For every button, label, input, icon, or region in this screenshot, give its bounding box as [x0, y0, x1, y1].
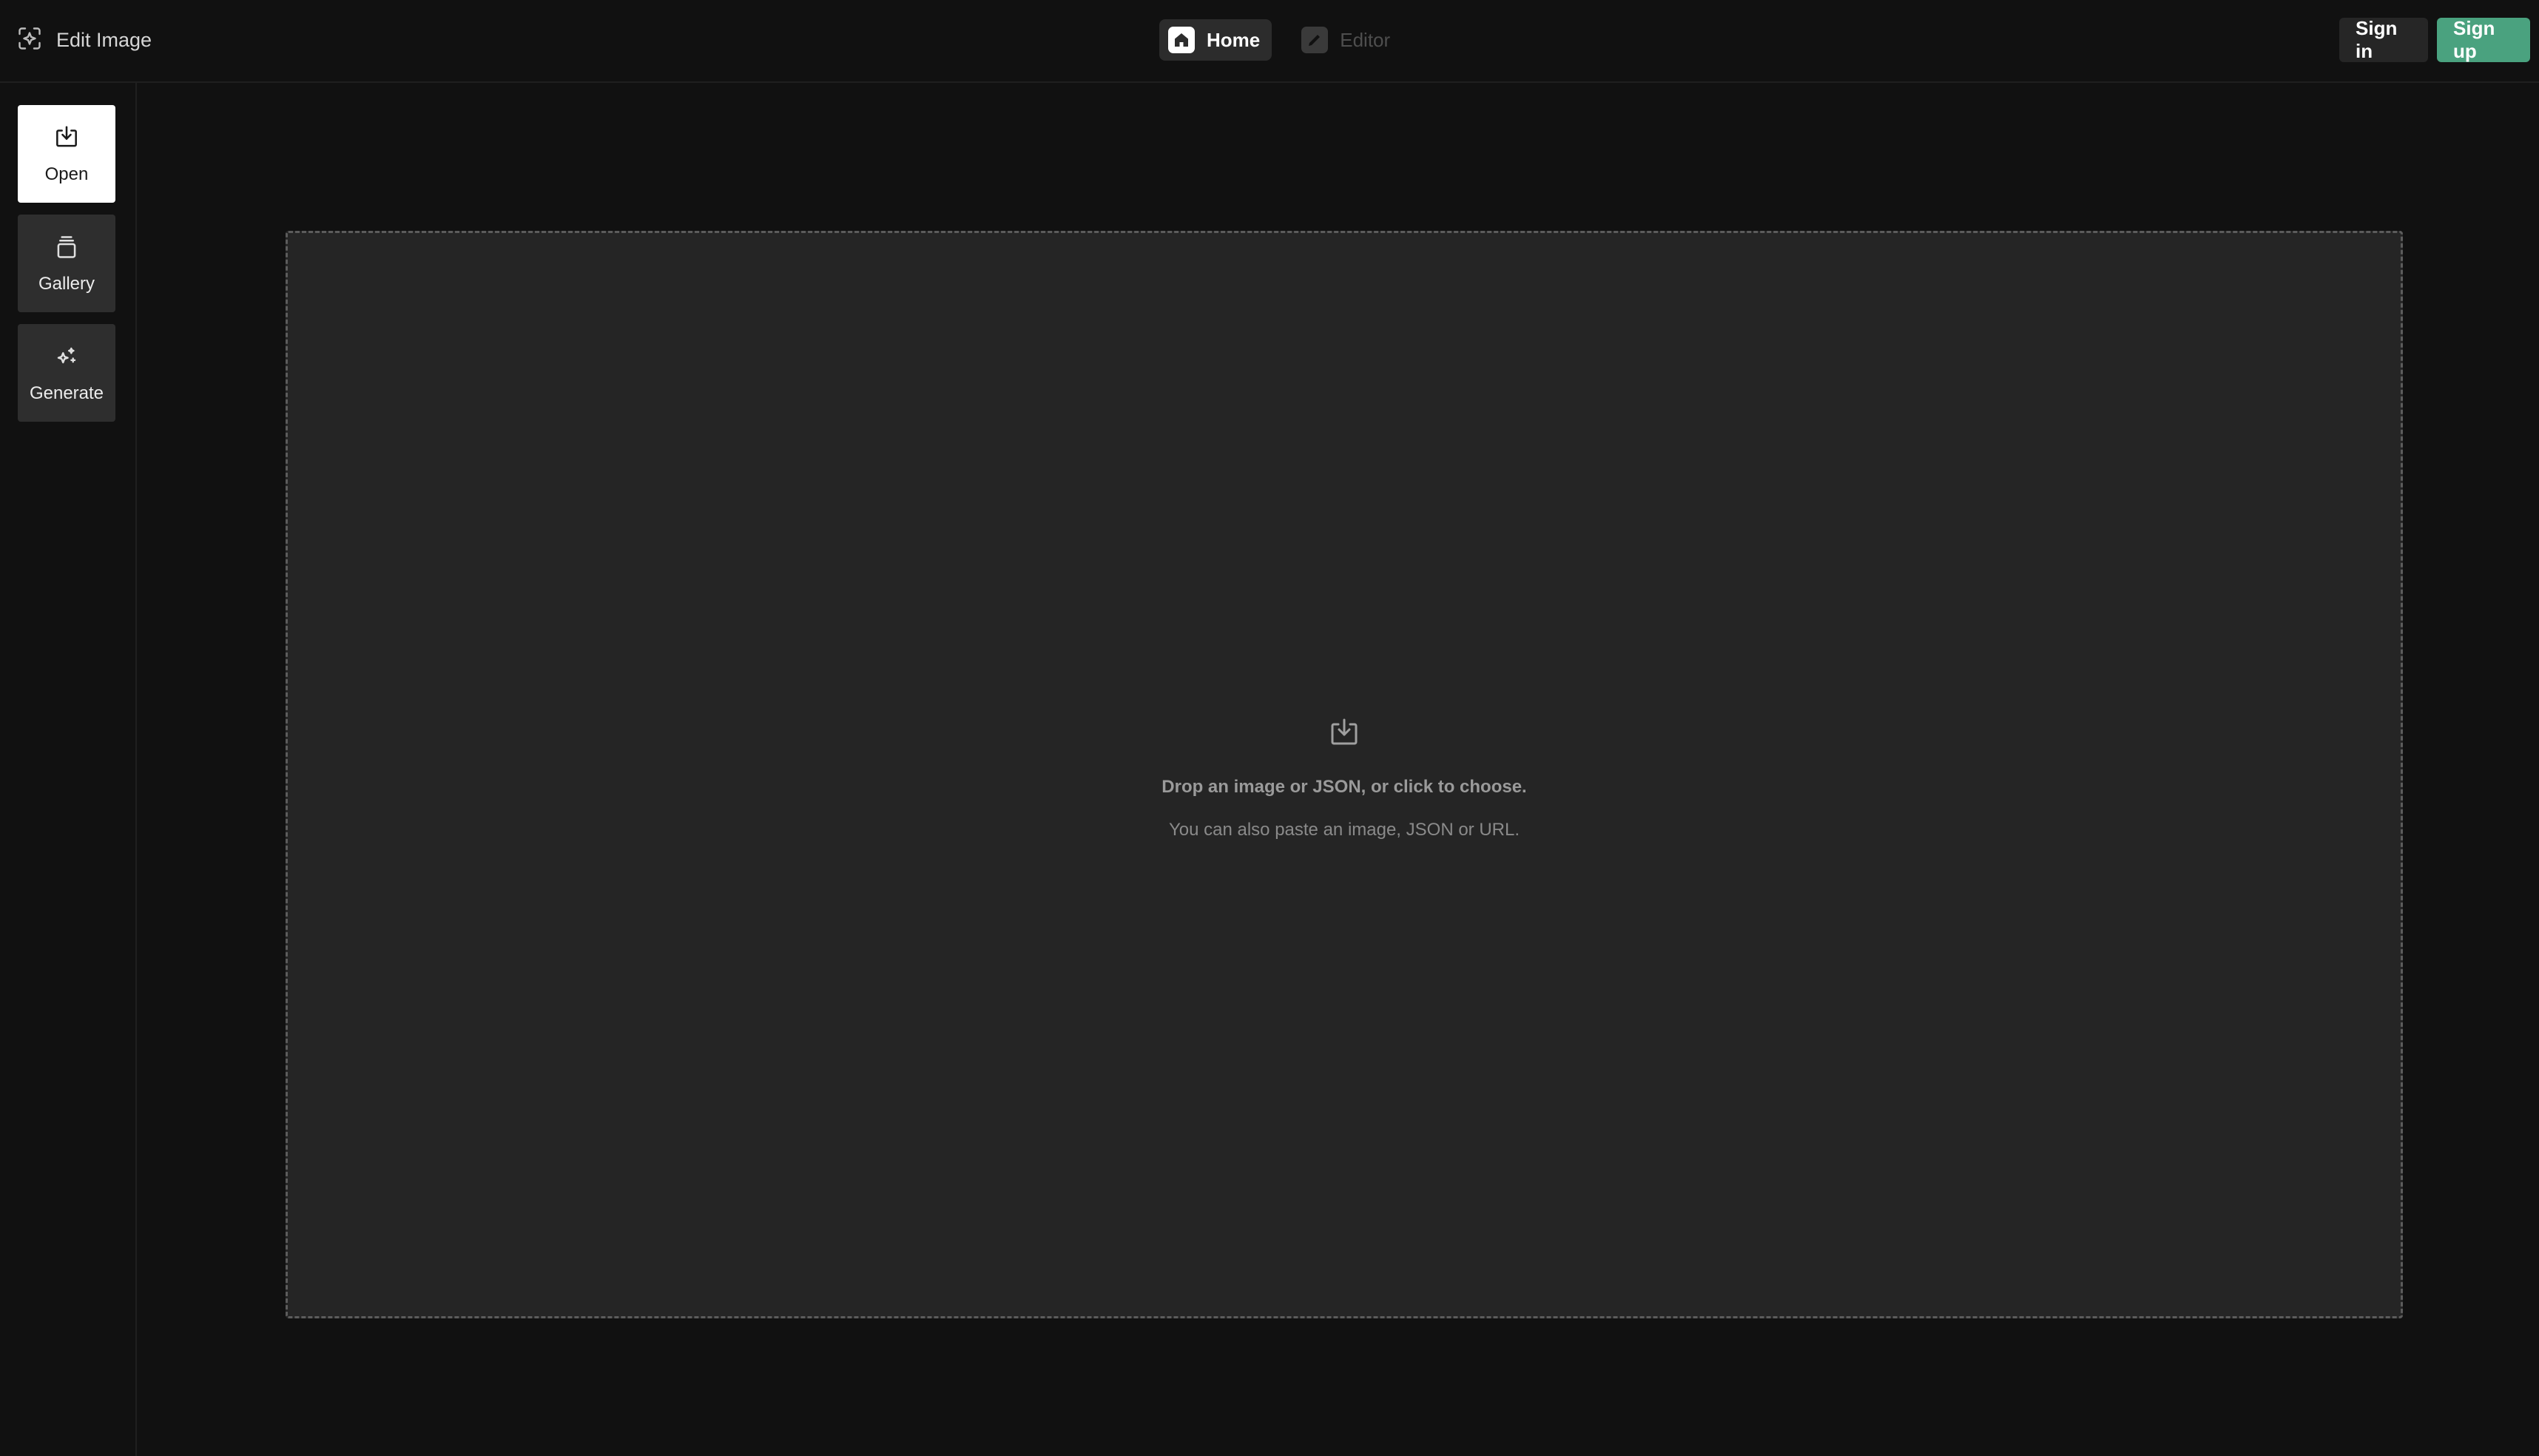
sign-up-button[interactable]: Sign up	[2437, 17, 2530, 62]
drop-zone-subtitle: You can also paste an image, JSON or URL…	[1168, 819, 1520, 840]
edit-image-logo-icon	[16, 25, 43, 55]
tool-sidebar: Open Gallery Generate	[0, 83, 137, 1456]
app-title: Edit Image	[56, 28, 152, 51]
nav-editor[interactable]: Editor	[1292, 19, 1402, 61]
pencil-icon	[1301, 27, 1329, 53]
main-nav: Home Editor	[1159, 19, 1402, 61]
home-icon	[1168, 27, 1195, 53]
nav-home-label: Home	[1207, 28, 1261, 51]
open-label: Open	[44, 164, 89, 184]
sparkle-icon	[53, 343, 81, 376]
generate-button[interactable]: Generate	[18, 324, 115, 422]
auth-buttons: Sign in Sign up	[2339, 17, 2530, 62]
gallery-label: Gallery	[38, 273, 95, 294]
drop-zone-content: Drop an image or JSON, or click to choos…	[1161, 715, 1527, 840]
open-button[interactable]: Open	[18, 105, 115, 203]
download-tray-icon	[53, 124, 81, 157]
image-drop-zone[interactable]: Drop an image or JSON, or click to choos…	[286, 231, 2403, 1318]
gallery-button[interactable]: Gallery	[18, 215, 115, 312]
top-bar: Edit Image Home Editor Sign in Sign up	[0, 0, 2539, 83]
brand[interactable]: Edit Image	[16, 25, 152, 55]
nav-home[interactable]: Home	[1159, 19, 1272, 61]
app-root: Edit Image Home Editor Sign in Sign up O…	[0, 0, 2539, 1456]
download-tray-icon	[1326, 715, 1362, 777]
generate-label: Generate	[29, 382, 104, 403]
sign-in-button[interactable]: Sign in	[2339, 17, 2428, 62]
drop-zone-title: Drop an image or JSON, or click to choos…	[1161, 776, 1527, 797]
nav-editor-label: Editor	[1340, 28, 1391, 51]
stack-icon	[53, 233, 81, 266]
